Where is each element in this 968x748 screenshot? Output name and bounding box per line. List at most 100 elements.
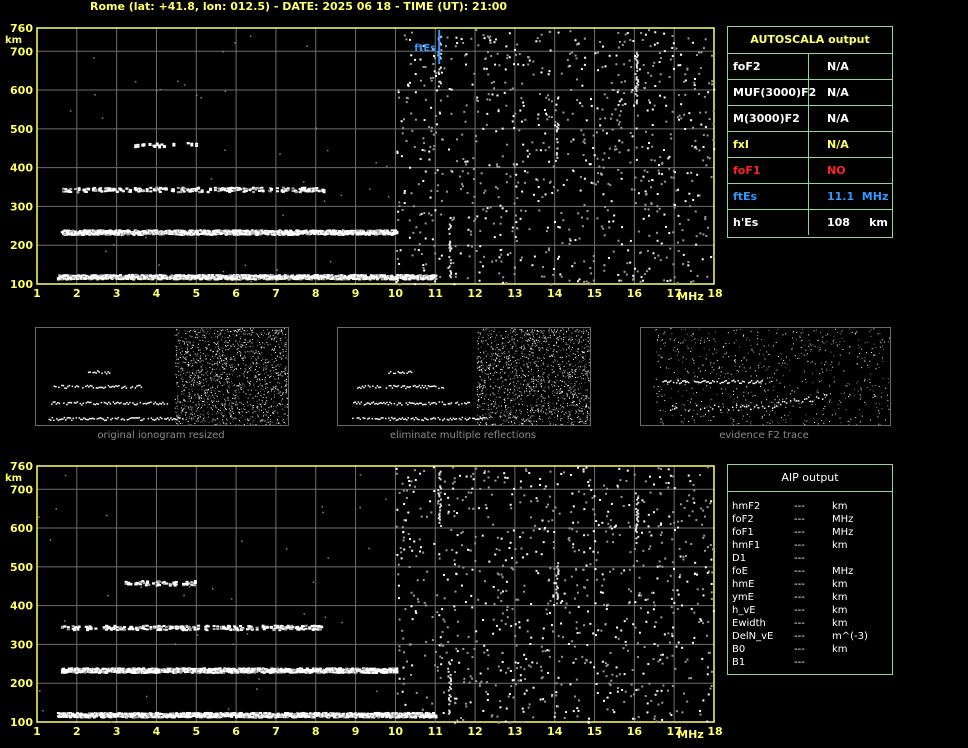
aip-dash: --- (794, 644, 805, 655)
autoscala-row: ftEs 11.1 MHz (728, 184, 892, 210)
autoscala-value: 11.1 MHz (827, 190, 889, 203)
x-tick-label: 14 (547, 725, 563, 738)
y-tick-label: 200 (10, 239, 33, 252)
x-tick-label: 12 (467, 725, 482, 738)
autoscala-key: h'Es (733, 210, 809, 235)
trace (62, 186, 326, 194)
aip-key: B1 (732, 657, 746, 668)
thumbnail-points (653, 328, 890, 425)
y-tick-label: 300 (10, 200, 33, 213)
aip-dash: --- (794, 605, 805, 616)
x-tick-label: 10 (388, 725, 404, 738)
aip-key: foF2 (732, 514, 754, 525)
aip-unit: km (832, 644, 848, 655)
x-tick-label: 12 (467, 287, 482, 300)
y-tick-label: 700 (10, 45, 33, 58)
thumbnail-points (352, 328, 590, 425)
noise-points (69, 29, 716, 286)
x-tick-label: 16 (627, 287, 643, 300)
ionogram-bottom: 1 2 3 4 5 6 7 8 9 10 11 12 13 14 15 16 17MHz 181002003004… (5, 460, 723, 741)
y-axis-label: km (5, 473, 22, 484)
x-tick-label: 15 (587, 725, 602, 738)
trace (60, 229, 399, 236)
autoscala-key: foF2 (733, 54, 809, 79)
autoscala-value: NO (827, 164, 846, 177)
thumbnail-evidence-f2 (640, 327, 891, 426)
autoscala-row: foF2 N/A (728, 54, 892, 80)
y-tick-label: 100 (10, 716, 33, 729)
aip-dash: --- (794, 566, 805, 577)
thumbnail-label: original ionogram resized (97, 430, 225, 441)
y-tick-label: 760 (10, 460, 33, 473)
trace (56, 711, 438, 719)
aip-panel: AIP output hmF2 --- km foF2 --- MHz foF1 --- MHz… (727, 464, 893, 675)
aip-row: h_vE --- km (732, 604, 892, 617)
y-tick-label: 500 (10, 123, 33, 136)
x-tick-label: 13 (507, 725, 522, 738)
x-tick-label: 11 (428, 725, 443, 738)
x-tick-label: 1 (33, 725, 41, 738)
aip-key: ymE (732, 592, 754, 603)
aip-key: hmE (732, 579, 755, 590)
aip-key: B0 (732, 644, 746, 655)
aip-key: DelN_vE (732, 631, 774, 642)
trace (134, 142, 199, 149)
aip-unit: km (832, 592, 848, 603)
aip-key: foE (732, 566, 748, 577)
aip-key: h_vE (732, 605, 756, 616)
aip-key: hmF1 (732, 540, 761, 551)
aip-row: D1 --- (732, 552, 892, 565)
aip-dash: --- (794, 592, 805, 603)
aip-row: hmE --- km (732, 578, 892, 591)
autoscala-row: MUF(3000)F2 N/A (728, 80, 892, 106)
aip-dash: --- (794, 527, 805, 538)
x-tick-label: 8 (312, 725, 320, 738)
ftes-annotation: ftEs (414, 43, 436, 54)
aip-unit: MHz (832, 566, 854, 577)
aip-row: hmF1 --- km (732, 539, 892, 552)
aip-dash: --- (794, 579, 805, 590)
aip-row: foE --- MHz (732, 565, 892, 578)
trace (60, 624, 324, 632)
aip-dash: --- (794, 631, 805, 642)
thumbnail-eliminate-reflections (337, 327, 591, 426)
aip-key: D1 (732, 553, 747, 564)
autoscala-row: M(3000)F2 N/A (728, 106, 892, 132)
x-axis-label: MHz (677, 728, 704, 741)
trace (124, 580, 197, 587)
autoscala-key: M(3000)F2 (733, 106, 809, 131)
x-tick-label: 13 (507, 287, 522, 300)
aip-title: AIP output (728, 465, 892, 492)
autoscala-key: fxI (733, 132, 809, 157)
x-tick-label: 8 (312, 287, 320, 300)
x-tick-label: 7 (272, 287, 280, 300)
aip-dash: --- (794, 618, 805, 629)
y-tick-label: 300 (10, 638, 33, 651)
x-tick-label: 2 (73, 725, 81, 738)
aip-dash: --- (794, 501, 805, 512)
y-tick-label: 400 (10, 600, 33, 613)
aip-unit: km (832, 540, 848, 551)
aip-unit: MHz (832, 514, 854, 525)
autoscala-value: N/A (827, 138, 849, 151)
autoscala-key: ftEs (733, 184, 809, 209)
thumbnail-label: eliminate multiple reflections (389, 430, 537, 441)
x-tick-label: 4 (153, 725, 161, 738)
y-tick-label: 760 (10, 22, 33, 35)
y-tick-label: 600 (10, 522, 33, 535)
aip-row: ymE --- km (732, 591, 892, 604)
x-tick-label: 1 (33, 287, 41, 300)
x-tick-label: 9 (352, 287, 360, 300)
aip-dash: --- (794, 540, 805, 551)
aip-unit: km (832, 579, 848, 590)
aip-dash: --- (794, 514, 805, 525)
aip-dash: --- (794, 657, 805, 668)
x-tick-label: 5 (192, 725, 200, 738)
autoscala-value: N/A (827, 86, 849, 99)
aip-unit: km (832, 501, 848, 512)
x-tick-label: 11 (428, 287, 443, 300)
y-tick-label: 200 (10, 677, 33, 690)
y-tick-label: 600 (10, 84, 33, 97)
x-tick-label: 18 (707, 287, 722, 300)
x-tick-label: 4 (153, 287, 161, 300)
